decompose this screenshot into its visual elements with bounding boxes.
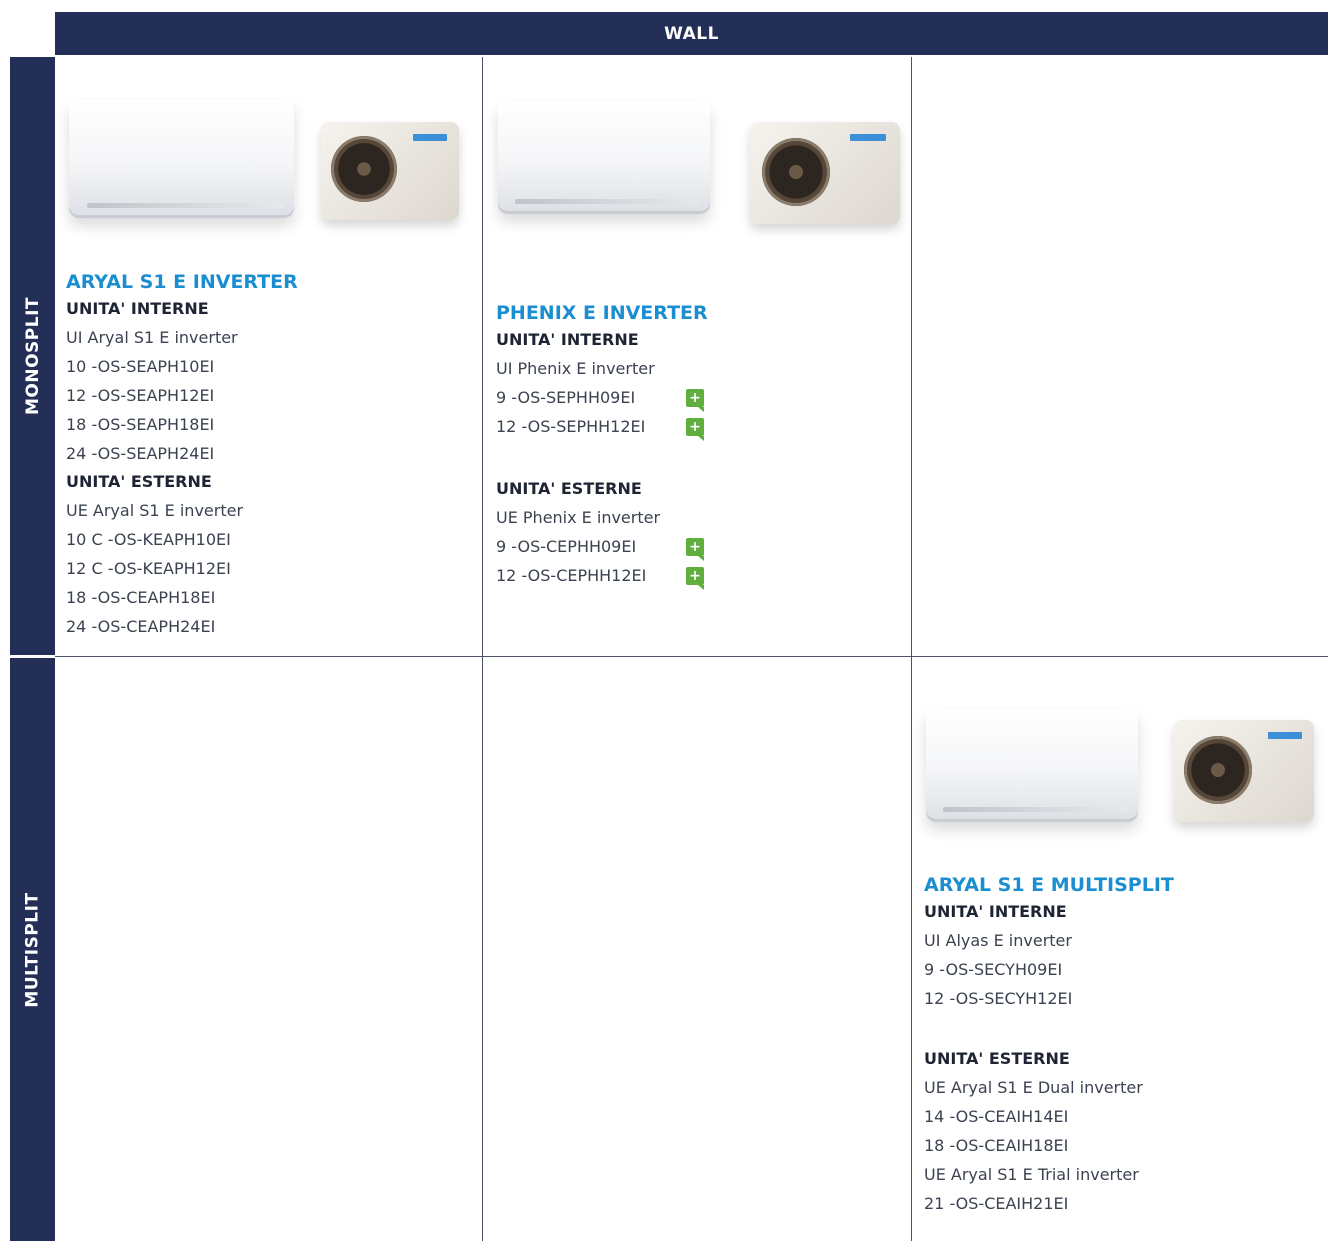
list-item: UE Aryal S1 E Trial inverter xyxy=(924,1165,1139,1184)
list-item: 10 -OS-SEAPH10EI xyxy=(66,357,215,376)
list-item: UE Aryal S1 E Dual inverter xyxy=(924,1078,1143,1097)
list-item: 12 C -OS-KEAPH12EI xyxy=(66,559,231,578)
aryal-inverter-card: ARYAL S1 E INVERTER UNITA' INTERNE UI Ar… xyxy=(66,88,476,641)
monosplit-label-text: MONOSPLIT xyxy=(22,296,43,416)
aryal-multisplit-images xyxy=(924,690,1324,840)
column-divider-2 xyxy=(911,57,912,1241)
list-item: 12 -OS-SECYH12EI xyxy=(924,989,1073,1008)
list-item: 9 -OS-CEPHH09EI + xyxy=(496,532,906,561)
list-item: UI Phenix E inverter xyxy=(496,359,655,378)
multisplit-label-text: MULTISPLIT xyxy=(22,891,43,1008)
outdoor-unit-image xyxy=(750,122,900,224)
fan-icon xyxy=(331,136,397,202)
model-code: 9 -OS-SEPHH09EI xyxy=(496,388,636,407)
product-title: PHENIX E INVERTER xyxy=(496,302,708,324)
monosplit-row-label: MONOSPLIT xyxy=(10,57,55,655)
plus-icon[interactable]: + xyxy=(686,538,704,561)
fan-icon xyxy=(762,138,830,206)
list-item: 14 -OS-CEAIH14EI xyxy=(924,1107,1069,1126)
phenix-inverter-images xyxy=(496,88,906,230)
internal-units-heading: UNITA' INTERNE xyxy=(924,902,1067,921)
plus-icon[interactable]: + xyxy=(686,567,704,590)
indoor-unit-image xyxy=(926,710,1138,822)
list-item: 9 -OS-SECYH09EI xyxy=(924,960,1063,979)
model-code: 12 -OS-CEPHH12EI xyxy=(496,566,647,585)
list-item: 24 -OS-CEAPH24EI xyxy=(66,617,216,636)
outdoor-unit-image xyxy=(321,122,459,220)
product-title: ARYAL S1 E INVERTER xyxy=(66,271,298,293)
aryal-inverter-images xyxy=(66,88,476,230)
list-item: UI Alyas E inverter xyxy=(924,931,1072,950)
list-item: UE Phenix E inverter xyxy=(496,508,661,527)
list-item: 10 C -OS-KEAPH10EI xyxy=(66,530,231,549)
list-item: 21 -OS-CEAIH21EI xyxy=(924,1194,1069,1213)
plus-icon[interactable]: + xyxy=(686,389,704,412)
model-code: 12 -OS-SEPHH12EI xyxy=(496,417,646,436)
list-item: 12 -OS-SEPHH12EI + xyxy=(496,412,906,441)
fan-icon xyxy=(1184,736,1252,804)
list-item: 18 -OS-SEAPH18EI xyxy=(66,415,215,434)
plus-icon[interactable]: + xyxy=(686,418,704,441)
list-item: UI Aryal S1 E inverter xyxy=(66,328,238,347)
external-units-heading: UNITA' ESTERNE xyxy=(496,479,642,498)
wall-header: WALL xyxy=(55,12,1328,55)
column-divider-1 xyxy=(482,57,483,1241)
phenix-inverter-card: PHENIX E INVERTER UNITA' INTERNE UI Phen… xyxy=(496,88,906,590)
external-units-heading: UNITA' ESTERNE xyxy=(924,1049,1070,1068)
indoor-unit-image xyxy=(69,100,294,218)
brand-logo xyxy=(413,134,447,141)
list-item: 12 -OS-SEAPH12EI xyxy=(66,386,215,405)
internal-units-heading: UNITA' INTERNE xyxy=(496,330,639,349)
multisplit-row-label: MULTISPLIT xyxy=(10,658,55,1241)
wall-header-label: WALL xyxy=(664,23,719,44)
row-divider xyxy=(55,656,1328,657)
list-item: 9 -OS-SEPHH09EI + xyxy=(496,383,906,412)
list-item: 18 -OS-CEAPH18EI xyxy=(66,588,216,607)
model-code: 9 -OS-CEPHH09EI xyxy=(496,537,637,556)
brand-logo xyxy=(1268,732,1302,739)
list-item: 24 -OS-SEAPH24EI xyxy=(66,444,215,463)
list-item: 18 -OS-CEAIH18EI xyxy=(924,1136,1069,1155)
aryal-multisplit-card: ARYAL S1 E MULTISPLIT UNITA' INTERNE UI … xyxy=(924,690,1324,1218)
external-units-heading: UNITA' ESTERNE xyxy=(66,472,212,491)
list-item: 12 -OS-CEPHH12EI + xyxy=(496,561,906,590)
product-title: ARYAL S1 E MULTISPLIT xyxy=(924,874,1174,896)
outdoor-unit-image xyxy=(1174,720,1314,822)
brand-logo xyxy=(850,134,886,141)
indoor-unit-image xyxy=(498,102,710,214)
internal-units-heading: UNITA' INTERNE xyxy=(66,299,209,318)
list-item: UE Aryal S1 E inverter xyxy=(66,501,244,520)
